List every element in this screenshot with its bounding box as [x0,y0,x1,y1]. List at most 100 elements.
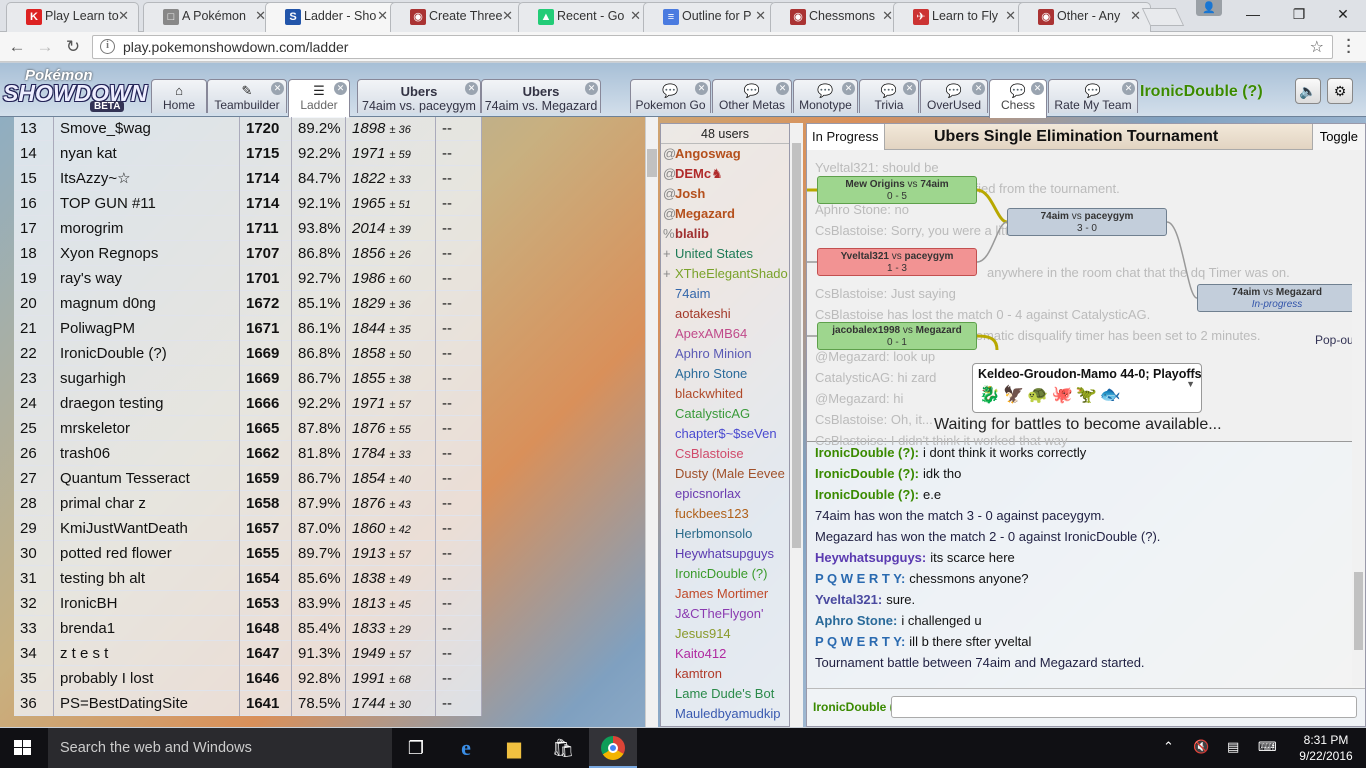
tab-ladder[interactable]: ☰ Ladder ✕ [288,79,350,118]
tab-battle-2[interactable]: Ubers 74aim vs. Megazard ✕ [481,79,601,113]
user-list-item[interactable]: IronicDouble (?) [661,564,789,584]
tab-room-overused[interactable]: 💬 OverUsed ✕ [920,79,988,113]
team-select-dropdown[interactable]: Keldeo-Groudon-Mamo 44-0; Playoffs 🐉🦅🐢🐙🦖… [972,363,1202,413]
user-list-item[interactable]: Jesus914 [661,624,789,644]
close-icon[interactable]: ✕ [465,82,478,95]
user-list-item[interactable]: %blalib [661,224,789,244]
close-tab-icon[interactable]: ✕ [755,8,766,24]
scroll-thumb[interactable] [647,149,657,177]
user-list-item[interactable]: CatalysticAG [661,404,789,424]
browser-tab[interactable]: ◉ Chessmons ✕ [770,2,903,32]
user-list-item[interactable]: Mauledbyamudkip [661,704,789,724]
ladder-cell-name[interactable]: ItsAzzy~☆ [54,166,240,191]
user-count[interactable]: 48 users [661,124,789,144]
ladder-cell-name[interactable]: KmiJustWantDeath [54,516,240,541]
ladder-cell-name[interactable]: primal char z [54,491,240,516]
ladder-cell-name[interactable]: nyan kat [54,141,240,166]
close-icon[interactable]: ✕ [903,82,916,95]
user-list-item[interactable]: + XTheElegantShado [661,264,789,284]
close-icon[interactable]: ✕ [842,82,855,95]
bracket-match-3[interactable]: jacobalex1998 vs Megazard 0 - 1 [817,322,977,350]
showdown-logo[interactable]: Pokémon SHOWDOWN BETA [3,67,147,113]
taskbar-search-box[interactable]: Search the web and Windows [48,728,392,768]
bracket-match-semifinal[interactable]: 74aim vs paceygym 3 - 0 [1007,208,1167,236]
keyboard-icon[interactable]: ⌨ [1258,739,1277,755]
bracket-match-1[interactable]: Mew Origins vs 74aim 0 - 5 [817,176,977,204]
close-icon[interactable]: ✕ [1122,82,1135,95]
ladder-row[interactable]: 26 trash06 1662 81.8% 1784 ± 33 -- [14,441,482,466]
ladder-scrollbar[interactable] [645,117,658,727]
taskbar-clock[interactable]: 8:31 PM 9/22/2016 [1298,732,1354,764]
chat-scrollbar[interactable] [1352,282,1365,686]
user-list-item[interactable]: Lame Dude's Bot [661,684,789,704]
ladder-row[interactable]: 30 potted red flower 1655 89.7% 1913 ± 57 -- [14,541,482,566]
browser-tab[interactable]: ▲ Recent - Go ✕ [518,2,651,32]
user-list-item[interactable]: ApexAMB64 [661,324,789,344]
close-icon[interactable]: ✕ [695,82,708,95]
user-list-item[interactable]: aotakeshi [661,304,789,324]
tab-room-trivia[interactable]: 💬 Trivia ✕ [859,79,919,113]
ladder-cell-name[interactable]: sugarhigh [54,366,240,391]
ladder-cell-name[interactable]: potted red flower [54,541,240,566]
close-tab-icon[interactable]: ✕ [882,8,893,24]
ladder-row[interactable]: 28 primal char z 1658 87.9% 1876 ± 43 -- [14,491,482,516]
ladder-row[interactable]: 25 mrskeletor 1665 87.8% 1876 ± 55 -- [14,416,482,441]
ladder-row[interactable]: 13 Smove_$wag 1720 89.2% 1898 ± 36 -- [14,117,482,141]
ladder-row[interactable]: 33 brenda1 1648 85.4% 1833 ± 29 -- [14,616,482,641]
ladder-cell-name[interactable]: TOP GUN #11 [54,191,240,216]
tournament-toggle-button[interactable]: Toggle [1311,124,1365,150]
ladder-row[interactable]: 18 Xyon Regnops 1707 86.8% 1856 ± 26 -- [14,241,482,266]
browser-tab[interactable]: ✈ Learn to Fly ✕ [893,2,1026,32]
task-view-icon[interactable]: ❐ [404,736,428,760]
close-icon[interactable]: ✕ [776,82,789,95]
user-list-item[interactable]: kamtron [661,664,789,684]
chat-username[interactable]: Aphro Stone: [815,613,897,628]
user-list-item[interactable]: @Josh [661,184,789,204]
edge-icon[interactable]: e [454,736,478,760]
new-tab-button[interactable] [1141,8,1185,26]
user-list-item[interactable]: Aphro Minion [661,344,789,364]
ladder-row[interactable]: 20 magnum d0ng 1672 85.1% 1829 ± 36 -- [14,291,482,316]
ladder-row[interactable]: 36 PS=BestDatingSite 1641 78.5% 1744 ± 30 -- [14,691,482,716]
user-list-item[interactable]: Kaito412 [661,644,789,664]
close-tab-icon[interactable]: ✕ [1005,8,1016,24]
chat-input-username[interactable]: IronicDouble (?) [813,700,891,714]
ladder-cell-name[interactable]: Xyon Regnops [54,241,240,266]
maximize-icon[interactable]: ❐ [1276,0,1322,28]
ladder-row[interactable]: 35 probably I lost 1646 92.8% 1991 ± 68 -- [14,666,482,691]
userlist-scrollbar[interactable] [790,123,803,727]
ladder-row[interactable]: 27 Quantum Tesseract 1659 86.7% 1854 ± 40 -- [14,466,482,491]
user-list-item[interactable]: CsBlastoise [661,444,789,464]
ladder-cell-name[interactable]: z t e s t [54,641,240,666]
user-list-item[interactable]: Heywhatsupguys [661,544,789,564]
gear-icon[interactable]: ⚙ [1327,78,1353,104]
close-tab-icon[interactable]: ✕ [377,8,388,24]
ladder-cell-name[interactable]: draegon testing [54,391,240,416]
browser-tab[interactable]: □ A Pokémon ✕ [143,2,276,32]
ladder-row[interactable]: 21 PoliwagPM 1671 86.1% 1844 ± 35 -- [14,316,482,341]
chat-username[interactable]: P Q W E R T Y: [815,571,905,586]
tab-home[interactable]: ⌂ Home [151,79,207,113]
close-icon[interactable]: ✕ [334,82,347,95]
close-window-icon[interactable]: ✕ [1320,0,1366,28]
ladder-cell-name[interactable]: Smove_$wag [54,117,240,141]
ladder-row[interactable]: 17 morogrim 1711 93.8% 2014 ± 39 -- [14,216,482,241]
close-icon[interactable]: ✕ [1031,82,1044,95]
action-center-icon[interactable]: ▤ [1227,739,1239,755]
tab-room-pokemon-go[interactable]: 💬 Pokemon Go ✕ [630,79,711,113]
tab-room-monotype[interactable]: 💬 Monotype ✕ [793,79,858,113]
bookmark-star-icon[interactable]: ☆ [1310,37,1324,57]
sound-icon[interactable]: 🔈 [1295,78,1321,104]
store-icon[interactable]: 🛍 [551,736,575,760]
ladder-cell-name[interactable]: PS=BestDatingSite [54,691,240,716]
chevron-up-icon[interactable]: ⌃ [1163,739,1174,755]
ladder-cell-name[interactable]: IronicBH [54,591,240,616]
ladder-cell-name[interactable]: probably I lost [54,666,240,691]
user-list-item[interactable]: @Angoswag [661,144,789,164]
close-icon[interactable]: ✕ [585,82,598,95]
user-list-item[interactable]: epicsnorlax [661,484,789,504]
browser-tab[interactable]: ≡ Outline for P ✕ [643,2,776,32]
reload-icon[interactable]: ↻ [62,37,84,57]
ladder-cell-name[interactable]: morogrim [54,216,240,241]
popout-button[interactable]: Pop-out [1315,333,1357,347]
